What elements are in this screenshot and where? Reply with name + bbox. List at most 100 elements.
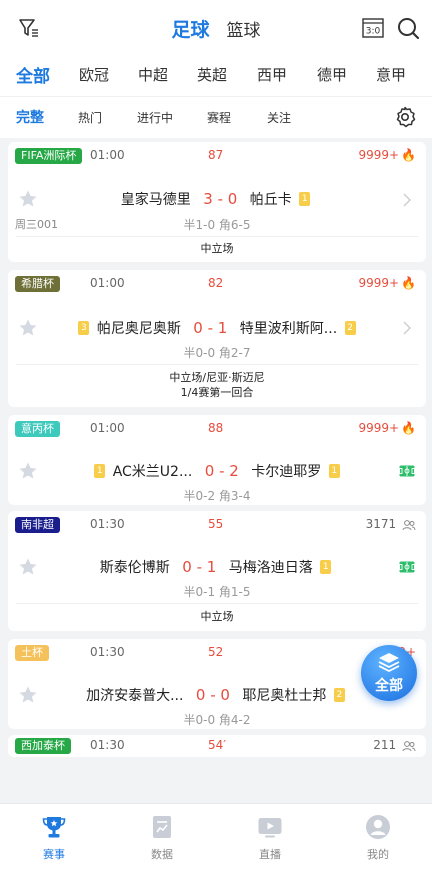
match-minute: 82 <box>208 276 224 290</box>
heat-count: 9999+ 🔥 <box>358 148 416 162</box>
league-tab-epl[interactable]: 英超 <box>197 64 227 85</box>
home-team: AC米兰U2... <box>112 464 193 480</box>
data-icon <box>153 816 171 838</box>
sub-tab-follow[interactable]: 关注 <box>267 109 291 126</box>
sub-tabs: 完整 热门 进行中 赛程 关注 <box>0 96 432 138</box>
match-minute: 87 <box>208 148 224 162</box>
divider <box>16 364 418 365</box>
flame-icon: 🔥 <box>401 148 416 162</box>
half-time-stats: 半0-0 角4-2 <box>183 713 251 727</box>
half-time-stats: 半0-0 角2-7 <box>183 346 251 360</box>
league-tab-ucl[interactable]: 欧冠 <box>79 64 109 85</box>
away-team: 马梅洛迪日落 <box>228 560 313 576</box>
league-badge: FIFA洲际杯 <box>15 148 83 164</box>
home-rank-badge: 3 <box>78 321 90 335</box>
nav-data-label: 数据 <box>151 848 173 861</box>
avatar-icon <box>366 815 390 839</box>
sub-tab-full[interactable]: 完整 <box>16 107 44 127</box>
divider <box>16 236 418 237</box>
venue-line: 中立场/尼亚·斯迈尼 <box>169 371 265 384</box>
video-play-icon <box>258 818 282 838</box>
all-floating-button[interactable]: 全部 <box>361 645 417 701</box>
match-row: 3 帕尼奥尼奥斯 0 - 1 特里波利斯阿... 2 <box>8 318 426 338</box>
flame-icon: 🔥 <box>401 421 416 435</box>
away-rank-badge: 2 <box>333 688 345 702</box>
away-score: 2 <box>229 462 239 480</box>
layers-icon <box>378 653 400 672</box>
settings-icon[interactable] <box>394 106 416 128</box>
away-rank-badge: 1 <box>320 560 332 574</box>
match-row: 1 AC米兰U2... 0 - 2 卡尔迪耶罗 1 <box>8 461 426 481</box>
away-score: 0 <box>220 686 230 704</box>
chevron-right-icon[interactable] <box>402 193 412 207</box>
league-tab-seriea[interactable]: 意甲 <box>376 64 406 85</box>
heat-count: 3171 <box>366 517 416 531</box>
away-score: 0 <box>227 190 238 208</box>
match-card[interactable]: 南非超 01:30 55 3171 斯泰伦博斯 0 - 1 马梅洛迪日落 1 半… <box>8 511 426 631</box>
match-card[interactable]: FIFA洲际杯 01:00 87 9999+ 🔥 周三001 皇家马德里 3 - … <box>8 142 426 262</box>
match-card[interactable]: 希腊杯 01:00 82 9999+ 🔥 3 帕尼奥尼奥斯 0 - 1 特里波利斯… <box>8 270 426 407</box>
live-field-icon[interactable] <box>399 465 415 477</box>
match-card[interactable]: 意丙杯 01:00 88 9999+ 🔥 1 AC米兰U2... 0 - 2 卡尔… <box>8 415 426 505</box>
scoreboard-icon-text: 3:0 <box>366 27 381 37</box>
home-score: 0 <box>193 319 203 337</box>
round-info-line: 1/4赛第一回合 <box>180 386 254 399</box>
match-card[interactable]: 西加泰杯 01:30 54′ 211 <box>8 735 426 757</box>
away-rank-badge: 1 <box>299 192 311 206</box>
all-floating-label: 全部 <box>375 678 403 694</box>
search-icon[interactable] <box>396 16 420 40</box>
league-tab-csl[interactable]: 中超 <box>138 64 168 85</box>
heat-value: 3171 <box>365 517 397 531</box>
league-tab-all[interactable]: 全部 <box>16 62 50 87</box>
sub-tab-live[interactable]: 进行中 <box>137 109 173 126</box>
flame-icon: 🔥 <box>401 276 416 290</box>
home-team: 帕尼奥尼奥斯 <box>96 321 181 337</box>
chevron-right-icon[interactable] <box>402 321 412 335</box>
venue-line: 中立场 <box>200 242 234 255</box>
match-row: 皇家马德里 3 - 0 帕丘卡 1 <box>8 189 426 209</box>
match-time: 01:00 <box>90 276 125 290</box>
nav-data[interactable]: 数据 <box>132 814 192 862</box>
score: 0 - 1 <box>182 558 217 576</box>
home-team: 皇家马德里 <box>120 192 191 208</box>
match-time: 01:30 <box>90 738 125 752</box>
league-badge: 西加泰杯 <box>15 738 71 754</box>
match-minute: 88 <box>208 421 224 435</box>
home-score: 3 <box>203 190 213 208</box>
heat-count: 9999+ 🔥 <box>358 421 416 435</box>
top-bar: 足球 篮球 3:0 <box>0 0 432 56</box>
away-team: 耶尼奥杜士邦 <box>242 688 327 704</box>
match-time: 01:00 <box>90 148 125 162</box>
match-time: 01:00 <box>90 421 125 435</box>
live-field-icon[interactable] <box>399 561 415 573</box>
home-rank-badge: 1 <box>94 464 106 478</box>
tab-basketball[interactable]: 篮球 <box>227 16 261 41</box>
trophy-icon <box>42 817 66 838</box>
nav-events[interactable]: 赛事 <box>24 814 84 862</box>
users-icon <box>402 519 416 530</box>
sub-tab-hot[interactable]: 热门 <box>78 109 102 126</box>
heat-value: 9999+ <box>358 148 400 162</box>
match-row: 斯泰伦博斯 0 - 1 马梅洛迪日落 1 <box>8 557 426 577</box>
heat-count: 211 <box>373 738 416 752</box>
score: 0 - 2 <box>204 462 239 480</box>
divider <box>16 603 418 604</box>
home-team: 加济安泰普大... <box>86 688 184 704</box>
league-tabs: 全部 欧冠 中超 英超 西甲 德甲 意甲 <box>0 56 432 96</box>
away-team: 特里波利斯阿... <box>239 321 338 337</box>
nav-live-label: 直播 <box>259 848 281 861</box>
nav-profile[interactable]: 我的 <box>348 814 408 862</box>
league-tab-laliga[interactable]: 西甲 <box>257 64 287 85</box>
league-badge: 希腊杯 <box>15 276 60 292</box>
match-minute: 52 <box>208 645 224 659</box>
match-minute: 55 <box>208 517 224 531</box>
home-score: 0 <box>195 686 206 704</box>
tab-football[interactable]: 足球 <box>171 15 209 42</box>
nav-live[interactable]: 直播 <box>240 814 300 862</box>
sub-tab-schedule[interactable]: 赛程 <box>207 109 231 126</box>
heat-value: 9999+ <box>358 421 400 435</box>
match-time: 01:30 <box>90 645 125 659</box>
scoreboard-icon[interactable]: 3:0 <box>362 18 384 38</box>
league-tab-bundesliga[interactable]: 德甲 <box>317 64 347 85</box>
match-time: 01:30 <box>90 517 125 531</box>
